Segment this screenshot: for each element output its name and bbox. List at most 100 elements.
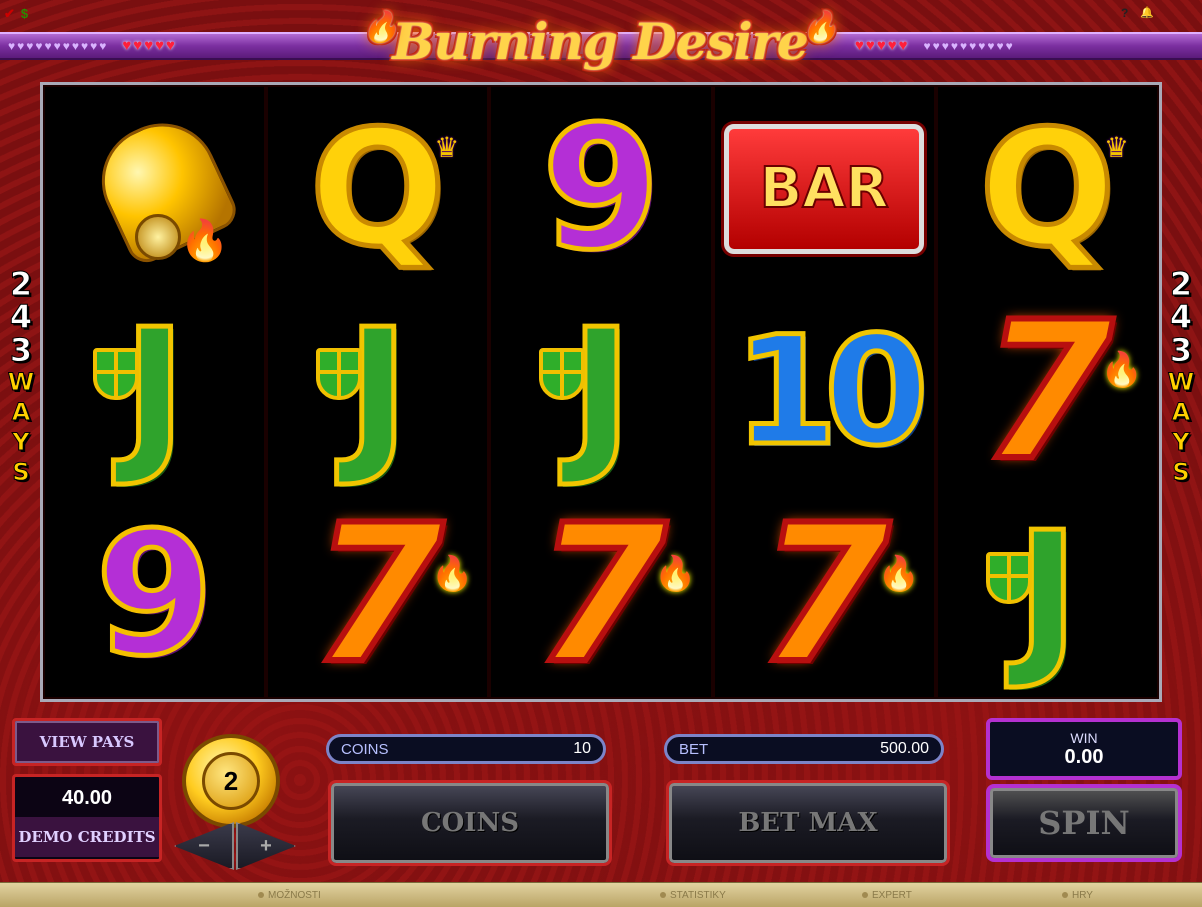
crown-icon: ♛ [434,132,460,163]
hearts-left: ♥ ♥ ♥ ♥ ♥ ♥ ♥ ♥ ♥ ♥ ♥ ♥ ♥ ♥ ♥ ♥ [8,37,175,54]
ways-letter: Y [1172,428,1190,457]
ways-indicator-left: 2 4 3 W A Y S [6,265,36,487]
shield-icon [93,348,139,401]
bet-label: BET [679,740,709,758]
win-label: WIN [1070,729,1098,746]
symbol-7: 7 [755,484,893,706]
reel-cell: 7 🔥 [715,494,934,697]
coin-size-value: 2 [202,752,260,810]
game-logo: 🔥 Burning Desire 🔥 [350,2,850,80]
top-left-icons: ✔ $ [4,6,28,22]
flame-icon: 🔥 [362,10,399,45]
flame-icon: 🔥 [1100,351,1144,390]
coin-size-stepper: − + [174,822,296,870]
reel-cell: J [268,290,487,493]
ways-letter: W [1167,368,1195,397]
reel-4: BAR 10 7 🔥 [714,87,934,697]
credits-label: DEMO CREDITS [15,817,159,857]
coins-display: COINS 10 [326,734,606,764]
reel-1: 🔥 J 9 [45,87,265,697]
increase-coin-button[interactable]: + [236,822,296,870]
bullet-icon [862,892,868,898]
flame-icon: 🔥 [431,554,474,593]
symbol-10: 10 [731,304,931,479]
footer-item-expert[interactable]: EXPERT [862,890,912,901]
ways-letter: A [1171,398,1191,427]
footer-item-games[interactable]: HRY [1062,890,1093,901]
spin-button[interactable]: SPIN [986,784,1182,862]
checkmark-icon[interactable]: ✔ [4,6,15,22]
credits-display: 40.00 DEMO CREDITS [12,774,162,862]
reel-cell: 7 🔥 [268,494,487,697]
reel-cell: J [938,494,1157,697]
footer-item-label: EXPERT [872,889,912,901]
reel-3: 9 J 7 🔥 [491,87,711,697]
reel-2: Q ♛ J 7 🔥 [268,87,488,697]
symbol-7: 7 [309,484,447,706]
coins-button[interactable]: COINS [328,780,612,866]
ways-letter: S [12,458,30,487]
symbol-9: 9 [539,89,662,288]
decrease-coin-button[interactable]: − [174,822,234,870]
bar-symbol: BAR [724,123,925,254]
ways-letter: W [7,368,35,397]
view-pays-button[interactable]: VIEW PAYS [12,718,162,766]
flame-icon: 🔥 [801,10,839,45]
flame-icon: 🔥 [877,554,920,593]
ways-letter: Y [12,428,30,457]
reel-cell: 7 🔥 [491,494,710,697]
reel-cell: Q ♛ [938,87,1157,290]
hearts-right: ♥ ♥ ♥ ♥ ♥ ♥ ♥ ♥ ♥ ♥ ♥ ♥ ♥ ♥ ♥ [855,37,1013,54]
ways-digit: 4 [1169,298,1193,336]
bell-symbol-icon: 🔥 [80,105,242,269]
symbol-7: 7 [532,484,670,706]
reel-cell: 9 [491,87,710,290]
sound-icon[interactable]: 🔔 [1140,6,1154,20]
top-right-icons: ? 🔔 [1121,6,1154,20]
footer-item-options[interactable]: MOŽNOSTI [258,890,321,901]
bet-value: 500.00 [880,740,929,757]
symbol-9: 9 [93,496,216,695]
footer-item-label: MOŽNOSTI [268,889,321,901]
ways-digit: 3 [9,331,33,369]
ways-letter: A [11,398,31,427]
reel-cell: 10 [715,290,934,493]
ways-indicator-right: 2 4 3 W A Y S [1166,265,1196,487]
coin-size-chip[interactable]: 2 [182,734,280,828]
win-value: 0.00 [1064,745,1104,768]
help-icon[interactable]: ? [1121,6,1128,20]
ways-letter: S [1172,458,1190,487]
dollar-icon[interactable]: $ [21,6,28,22]
ways-digit: 4 [9,298,33,336]
bet-display: BET 500.00 [664,734,944,764]
shield-icon [316,348,363,401]
symbol-q: Q [977,94,1118,282]
bullet-icon [1062,892,1068,898]
footer-item-label: HRY [1072,889,1093,901]
reel-cell: J [491,290,710,493]
bet-max-button[interactable]: BET MAX [666,780,950,866]
ways-digit: 2 [9,265,33,303]
bullet-icon [258,892,264,898]
shield-icon [539,348,586,401]
reel-cell: BAR [715,87,934,290]
footer-item-statistics[interactable]: STATISTIKY [660,890,726,901]
bullet-icon [660,892,666,898]
credits-value: 40.00 [61,786,113,809]
coins-value: 10 [573,740,591,757]
footer-item-label: STATISTIKY [670,889,726,901]
crown-icon: ♛ [1103,132,1130,163]
shield-icon [985,551,1032,604]
coins-label: COINS [341,740,389,758]
reel-cell: 🔥 [45,87,264,290]
reel-cell: J [45,290,264,493]
reels-area: 🔥 J 9 Q ♛ J 7 🔥 9 J 7 🔥 BAR 10 7 🔥 Q ♛ 7 🔥 J [40,82,1162,702]
reel-cell: 7 🔥 [938,290,1157,493]
reel-cell: Q ♛ [268,87,487,290]
ways-digit: 2 [1169,265,1193,303]
win-display: WIN 0.00 [986,718,1182,780]
reel-5: Q ♛ 7 🔥 J [937,87,1158,697]
reel-cell: 9 [45,494,264,697]
logo-text: Burning Desire [392,11,808,71]
flame-icon: 🔥 [654,554,697,593]
